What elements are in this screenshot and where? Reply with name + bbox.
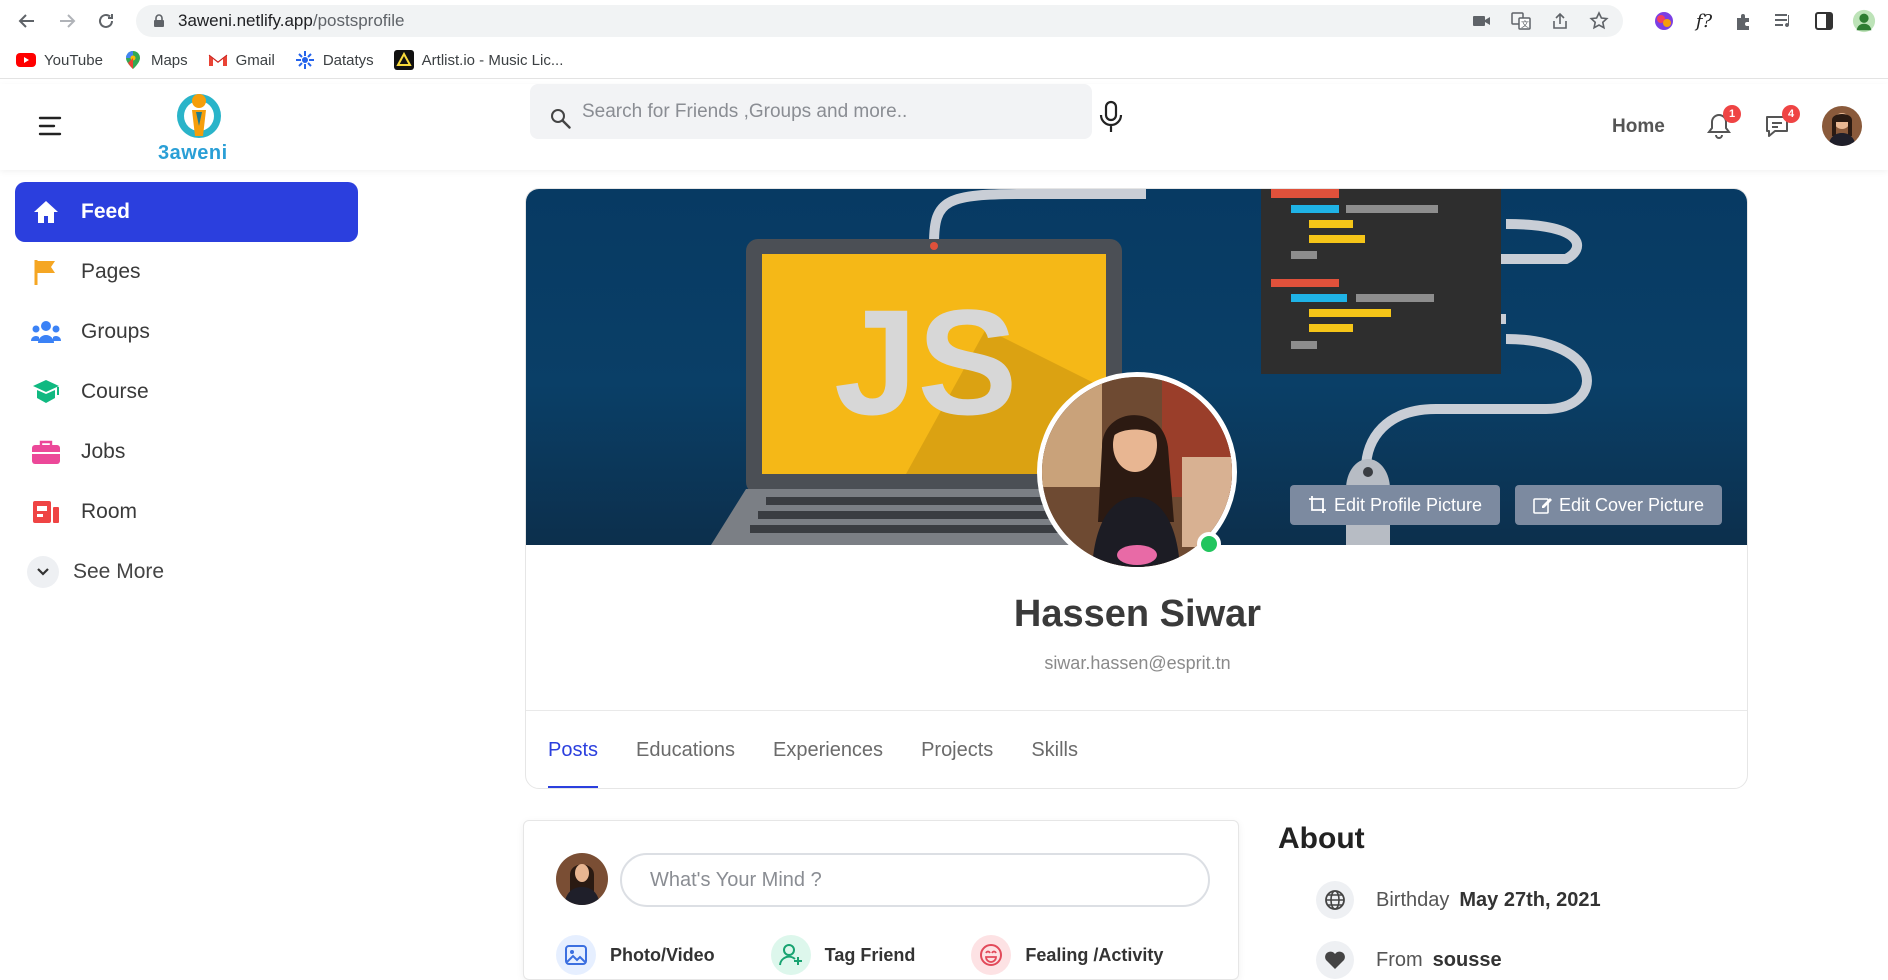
tab-educations[interactable]: Educations [636, 711, 735, 788]
sidebar-item-course[interactable]: Course [15, 362, 358, 422]
sidebar: Feed Pages Groups Course Jobs Room See M… [15, 182, 358, 602]
lock-icon [154, 14, 164, 27]
tab-skills[interactable]: Skills [1031, 711, 1078, 788]
hamburger-menu-icon[interactable] [38, 116, 62, 136]
message-count-badge: 4 [1782, 105, 1800, 123]
back-arrow-icon[interactable] [14, 8, 40, 34]
media-control-icon[interactable] [1772, 9, 1796, 33]
address-bar[interactable]: 3aweni.netlify.app/postsprofile 文 [136, 5, 1623, 37]
feeling-activity-button[interactable]: Fealing /Activity [971, 935, 1163, 975]
profile-card: JS Edit Profile Picture Edit Cover Pictu… [525, 188, 1748, 789]
bookmark-youtube[interactable]: YouTube [16, 50, 103, 70]
svg-text:文: 文 [1521, 19, 1529, 29]
translate-icon[interactable]: 文 [1511, 12, 1531, 30]
sidebar-item-groups[interactable]: Groups [15, 302, 358, 362]
profile-name: Hassen Siwar [1013, 593, 1262, 635]
tab-projects[interactable]: Projects [921, 711, 993, 788]
search-icon [551, 108, 571, 129]
notifications-button[interactable]: 1 [1704, 105, 1741, 141]
tag-friend-button[interactable]: Tag Friend [770, 935, 915, 975]
globe-icon [1316, 881, 1354, 919]
edit-cover-picture-button[interactable]: Edit Cover Picture [1515, 485, 1723, 525]
cover-js-text: JS [834, 278, 1017, 446]
user-avatar[interactable] [1822, 106, 1862, 146]
gmail-icon [208, 50, 228, 70]
youtube-icon [16, 50, 36, 70]
app-header: 3aweni Search for Friends ,Groups and mo… [0, 84, 1888, 170]
microphone-icon[interactable] [1098, 100, 1124, 134]
messages-button[interactable]: 4 [1763, 105, 1800, 141]
font-finder-icon[interactable]: f? [1692, 9, 1716, 33]
search-input[interactable]: Search for Friends ,Groups and more.. [582, 101, 907, 123]
tab-experiences[interactable]: Experiences [773, 711, 883, 788]
notification-count-badge: 1 [1723, 105, 1741, 123]
logo-mark-icon [177, 94, 221, 138]
logo-text: 3aweni [158, 142, 228, 164]
about-from: From sousse [1316, 940, 1502, 980]
room-icon [31, 497, 61, 527]
composer-avatar [556, 853, 608, 905]
photo-video-button[interactable]: Photo/Video [556, 935, 715, 975]
crop-icon [1309, 496, 1326, 513]
bookmark-artlist[interactable]: Artlist.io - Music Lic... [393, 50, 563, 70]
profile-tabs: Posts Educations Experiences Projects Sk… [548, 711, 1078, 788]
bookmark-star-icon[interactable] [1589, 11, 1609, 31]
graduation-cap-icon [31, 377, 61, 407]
url-text: 3aweni.netlify.app/postsprofile [178, 11, 405, 30]
share-icon[interactable] [1551, 12, 1569, 30]
sidebar-item-jobs[interactable]: Jobs [15, 422, 358, 482]
add-user-icon [770, 935, 811, 975]
image-icon [556, 935, 596, 975]
about-heading: About [1278, 822, 1365, 855]
bookmark-gmail[interactable]: Gmail [208, 50, 275, 70]
flag-icon [31, 257, 61, 287]
tab-posts[interactable]: Posts [548, 711, 599, 788]
search-bar[interactable]: Search for Friends ,Groups and more.. [530, 84, 1092, 139]
puzzle-extensions-icon[interactable] [1732, 9, 1756, 33]
briefcase-icon [31, 437, 61, 467]
extension-color-icon[interactable] [1652, 9, 1676, 33]
smiley-icon [971, 935, 1012, 975]
online-status-indicator [1197, 532, 1221, 556]
forward-arrow-icon[interactable] [54, 8, 80, 34]
side-panel-icon[interactable] [1812, 9, 1836, 33]
browser-toolbar: 3aweni.netlify.app/postsprofile 文 f? [0, 0, 1888, 42]
bookmarks-bar: YouTube Maps Gmail Datatys Artlist.io - … [0, 42, 1888, 79]
artlist-icon [393, 50, 414, 70]
bookmark-datatys[interactable]: Datatys [295, 50, 374, 70]
edit-profile-picture-button[interactable]: Edit Profile Picture [1290, 485, 1501, 525]
sidebar-item-feed[interactable]: Feed [15, 182, 358, 242]
home-link[interactable]: Home [1612, 116, 1665, 138]
maps-icon [123, 50, 143, 70]
post-input[interactable]: What's Your Mind ? [620, 853, 1210, 907]
post-composer: What's Your Mind ? Photo/Video Tag Frien… [523, 820, 1239, 980]
datatys-icon [295, 50, 315, 70]
home-icon [31, 197, 61, 227]
sidebar-item-room[interactable]: Room [15, 482, 358, 542]
reload-icon[interactable] [93, 8, 119, 34]
edit-icon [1533, 498, 1552, 514]
camera-blocked-icon[interactable] [1473, 14, 1491, 28]
about-birthday: Birthday May 27th, 2021 [1316, 880, 1601, 920]
profile-avatar-icon[interactable] [1852, 9, 1876, 33]
heart-icon [1316, 941, 1354, 979]
sidebar-item-pages[interactable]: Pages [15, 242, 358, 302]
groups-icon [31, 317, 61, 347]
bookmark-maps[interactable]: Maps [123, 50, 188, 70]
profile-email: siwar.hassen@esprit.tn [1044, 653, 1231, 673]
chevron-down-icon [27, 556, 59, 588]
see-more-button[interactable]: See More [15, 542, 358, 602]
